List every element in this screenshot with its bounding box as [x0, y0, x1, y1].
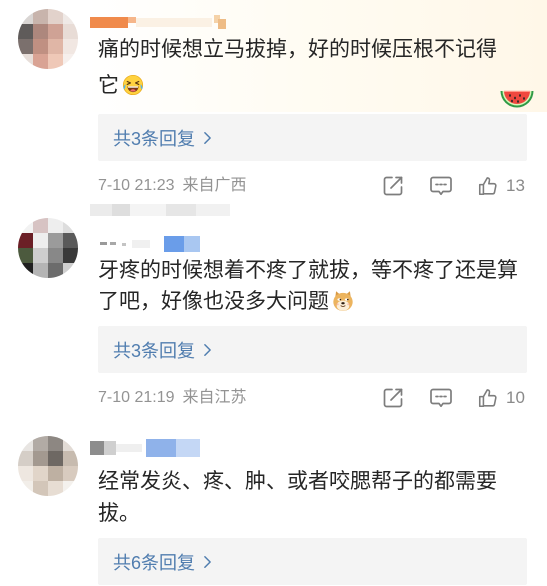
- username[interactable]: [90, 15, 230, 30]
- like-button[interactable]: 10: [476, 387, 525, 409]
- watermelon-icon: [499, 84, 535, 112]
- comment-location: 来自广西: [182, 177, 247, 194]
- username[interactable]: [90, 439, 202, 457]
- like-count: 10: [506, 388, 525, 407]
- comment-meta: 7-10 21:23 来自广西: [98, 176, 247, 196]
- replies-count-label: 共3条回复: [113, 128, 196, 149]
- repost-icon: [383, 176, 403, 196]
- repost-icon: [383, 388, 403, 408]
- repost-button[interactable]: [382, 387, 404, 409]
- laugh-cry-emoji-icon: [121, 73, 145, 97]
- comment-text: 牙疼的时候想着不疼了就拔，等不疼了还是算了吧，好像也没多大问题: [98, 255, 526, 317]
- view-replies-button[interactable]: 共3条回复: [98, 326, 527, 373]
- chevron-right-icon: [204, 343, 211, 356]
- replies-count-label: 共6条回复: [113, 552, 196, 573]
- like-button[interactable]: 13: [476, 175, 525, 197]
- comment-item: 牙疼的时候想着不疼了就拔，等不疼了还是算了吧，好像也没多大问题 共3条回复 7-…: [0, 200, 547, 428]
- doge-emoji-icon: [331, 289, 355, 313]
- chevron-right-icon: [204, 131, 211, 144]
- comment-time: 7-10 21:23: [98, 177, 175, 194]
- comment-button[interactable]: [429, 175, 453, 197]
- censored-header-mosaic: [90, 204, 230, 216]
- comment-text-body: 牙疼的时候想着不疼了就拔，等不疼了还是算了吧，好像也没多大问题: [98, 259, 518, 313]
- comment-text-body: 痛的时候想立马拔掉，好的时候压根不记得它: [98, 38, 497, 97]
- avatar[interactable]: [18, 9, 78, 69]
- replies-count-label: 共3条回复: [113, 340, 196, 361]
- comment-meta: 7-10 21:19 来自江苏: [98, 388, 247, 408]
- view-replies-button[interactable]: 共6条回复: [98, 538, 527, 585]
- avatar[interactable]: [18, 436, 78, 496]
- repost-button[interactable]: [382, 175, 404, 197]
- comment-item: 痛的时候想立马拔掉，好的时候压根不记得它 共3条回复 7-10 21:23 来自…: [0, 0, 547, 200]
- comment-button[interactable]: [429, 387, 453, 409]
- comment-text: 经常发炎、疼、肿、或者咬腮帮子的都需要拔。: [98, 466, 526, 530]
- comment-item: 经常发炎、疼、肿、或者咬腮帮子的都需要拔。 共6条回复: [0, 428, 547, 586]
- username[interactable]: [98, 236, 202, 252]
- comment-icon: [430, 388, 452, 408]
- comment-location: 来自江苏: [182, 389, 247, 406]
- like-count: 13: [506, 176, 525, 195]
- comment-text-body: 经常发炎、疼、肿、或者咬腮帮子的都需要拔。: [98, 470, 497, 525]
- like-icon: [478, 389, 497, 408]
- comment-icon: [430, 176, 452, 196]
- like-icon: [478, 177, 497, 196]
- view-replies-button[interactable]: 共3条回复: [98, 114, 527, 161]
- comment-time: 7-10 21:19: [98, 389, 175, 406]
- comment-text: 痛的时候想立马拔掉，好的时候压根不记得它: [98, 32, 510, 104]
- avatar[interactable]: [18, 218, 78, 278]
- comment-list: 痛的时候想立马拔掉，好的时候压根不记得它 共3条回复 7-10 21:23 来自…: [0, 0, 547, 586]
- chevron-right-icon: [204, 555, 211, 568]
